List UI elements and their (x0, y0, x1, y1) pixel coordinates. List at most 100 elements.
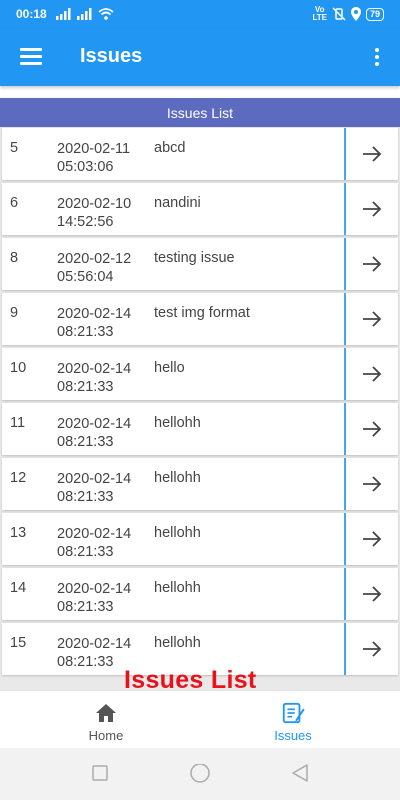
issue-datetime: 2020-02-14 08:21:33 (57, 580, 131, 616)
issue-id: 11 (10, 415, 26, 431)
issue-date: 2020-02-12 (57, 251, 132, 267)
issue-datetime: 2020-02-14 08:21:33 (57, 635, 131, 671)
section-title: Issues List (166, 104, 234, 121)
status-bar: 00:18 Vo LTE 79 (0, 0, 400, 28)
nav-home[interactable]: Home (6, 691, 206, 749)
nav-home-label: Home (88, 728, 124, 743)
issue-row[interactable]: 14 2020-02-14 08:21:33 hellohh (2, 568, 398, 620)
arrow-right-icon (363, 311, 382, 327)
open-issue-button[interactable] (344, 623, 398, 675)
issue-date: 2020-02-14 (57, 416, 132, 432)
issues-icon (282, 702, 305, 724)
issue-datetime: 2020-02-14 08:21:33 (57, 470, 131, 506)
home-button-icon[interactable] (189, 764, 211, 786)
arrow-right-icon (363, 531, 382, 547)
issue-title: hellohh (154, 525, 201, 541)
open-issue-button[interactable] (344, 458, 398, 510)
issue-id: 9 (10, 305, 19, 321)
battery-icon: 79 (365, 7, 384, 21)
arrow-right-icon (363, 366, 382, 382)
issue-time: 08:21:33 (57, 324, 114, 340)
issue-title: nandini (154, 195, 201, 211)
issue-row[interactable]: 6 2020-02-10 14:52:56 nandini (2, 183, 398, 235)
app-bar: Issues (0, 28, 400, 86)
issue-time: 08:21:33 (57, 434, 114, 450)
volte-icon: Vo LTE (312, 5, 327, 22)
open-issue-button[interactable] (344, 568, 398, 620)
issue-title: hellohh (154, 415, 201, 431)
wifi-icon (98, 8, 114, 20)
issue-time: 08:21:33 (57, 489, 114, 505)
issue-title: testing issue (154, 250, 235, 266)
issue-time: 05:56:04 (57, 269, 114, 285)
issue-id: 10 (10, 360, 27, 376)
status-time: 00:18 (16, 7, 47, 21)
menu-icon[interactable] (20, 48, 42, 65)
signal-icon (76, 8, 92, 20)
open-issue-button[interactable] (344, 348, 398, 400)
issue-id: 15 (10, 635, 27, 651)
arrow-right-icon (363, 256, 382, 272)
issue-date: 2020-02-14 (57, 636, 132, 652)
issue-id: 6 (10, 195, 19, 211)
issue-datetime: 2020-02-14 08:21:33 (57, 305, 131, 341)
arrow-right-icon (363, 476, 382, 492)
issue-row[interactable]: 12 2020-02-14 08:21:33 hellohh (2, 458, 398, 510)
issue-date: 2020-02-10 (57, 196, 132, 212)
issue-datetime: 2020-02-10 14:52:56 (57, 195, 131, 231)
issue-date: 2020-02-14 (57, 471, 132, 487)
location-icon (350, 7, 361, 21)
open-issue-button[interactable] (344, 513, 398, 565)
issue-title: hellohh (154, 470, 201, 486)
open-issue-button[interactable] (344, 128, 398, 180)
open-issue-button[interactable] (344, 403, 398, 455)
issue-time: 08:21:33 (57, 654, 114, 670)
issue-datetime: 2020-02-14 08:21:33 (57, 525, 131, 561)
issue-id: 12 (10, 470, 27, 486)
issue-row[interactable]: 13 2020-02-14 08:21:33 hellohh (2, 513, 398, 565)
issue-title: hello (154, 360, 185, 376)
page-title: Issues (80, 45, 143, 67)
issue-date: 2020-02-14 (57, 361, 132, 377)
section-header: Issues List (0, 98, 400, 127)
arrow-right-icon (363, 641, 382, 657)
issue-title: hellohh (154, 580, 201, 596)
open-issue-button[interactable] (344, 238, 398, 290)
issues-list[interactable]: 5 2020-02-11 05:03:06 abcd 6 2020-02-10 14:52:… (0, 127, 400, 690)
arrow-right-icon (363, 586, 382, 602)
system-navigation-bar (0, 748, 400, 800)
issue-row[interactable]: 11 2020-02-14 08:21:33 hellohh (2, 403, 398, 455)
issue-id: 13 (10, 525, 27, 541)
signal-icon (55, 8, 71, 20)
recent-apps-icon[interactable] (91, 764, 109, 782)
arrow-right-icon (363, 146, 382, 162)
more-options-icon[interactable] (374, 48, 380, 66)
back-icon[interactable] (291, 764, 309, 782)
issue-title: abcd (154, 140, 186, 156)
nav-issues-label: Issues (274, 728, 312, 743)
issue-time: 05:03:06 (57, 159, 114, 175)
issue-time: 14:52:56 (57, 214, 114, 230)
issue-date: 2020-02-14 (57, 581, 132, 597)
issue-datetime: 2020-02-14 08:21:33 (57, 415, 131, 451)
issue-id: 14 (10, 580, 27, 596)
issue-title: test img format (154, 305, 250, 321)
issue-date: 2020-02-14 (57, 526, 132, 542)
home-icon (96, 704, 116, 722)
issue-datetime: 2020-02-14 08:21:33 (57, 360, 131, 396)
issue-time: 08:21:33 (57, 599, 114, 615)
issue-date: 2020-02-14 (57, 306, 132, 322)
vibrate-mute-icon (332, 7, 346, 21)
issue-datetime: 2020-02-12 05:56:04 (57, 250, 131, 286)
open-issue-button[interactable] (344, 183, 398, 235)
issue-row[interactable]: 5 2020-02-11 05:03:06 abcd (2, 128, 398, 180)
open-issue-button[interactable] (344, 293, 398, 345)
issue-time: 08:21:33 (57, 379, 114, 395)
nav-issues[interactable]: Issues (193, 691, 393, 749)
issue-row[interactable]: 9 2020-02-14 08:21:33 test img format (2, 293, 398, 345)
issue-row[interactable]: 8 2020-02-12 05:56:04 testing issue (2, 238, 398, 290)
issue-id: 8 (10, 250, 19, 266)
issue-datetime: 2020-02-11 05:03:06 (57, 140, 130, 176)
arrow-right-icon (363, 421, 382, 437)
issue-row[interactable]: 10 2020-02-14 08:21:33 hello (2, 348, 398, 400)
